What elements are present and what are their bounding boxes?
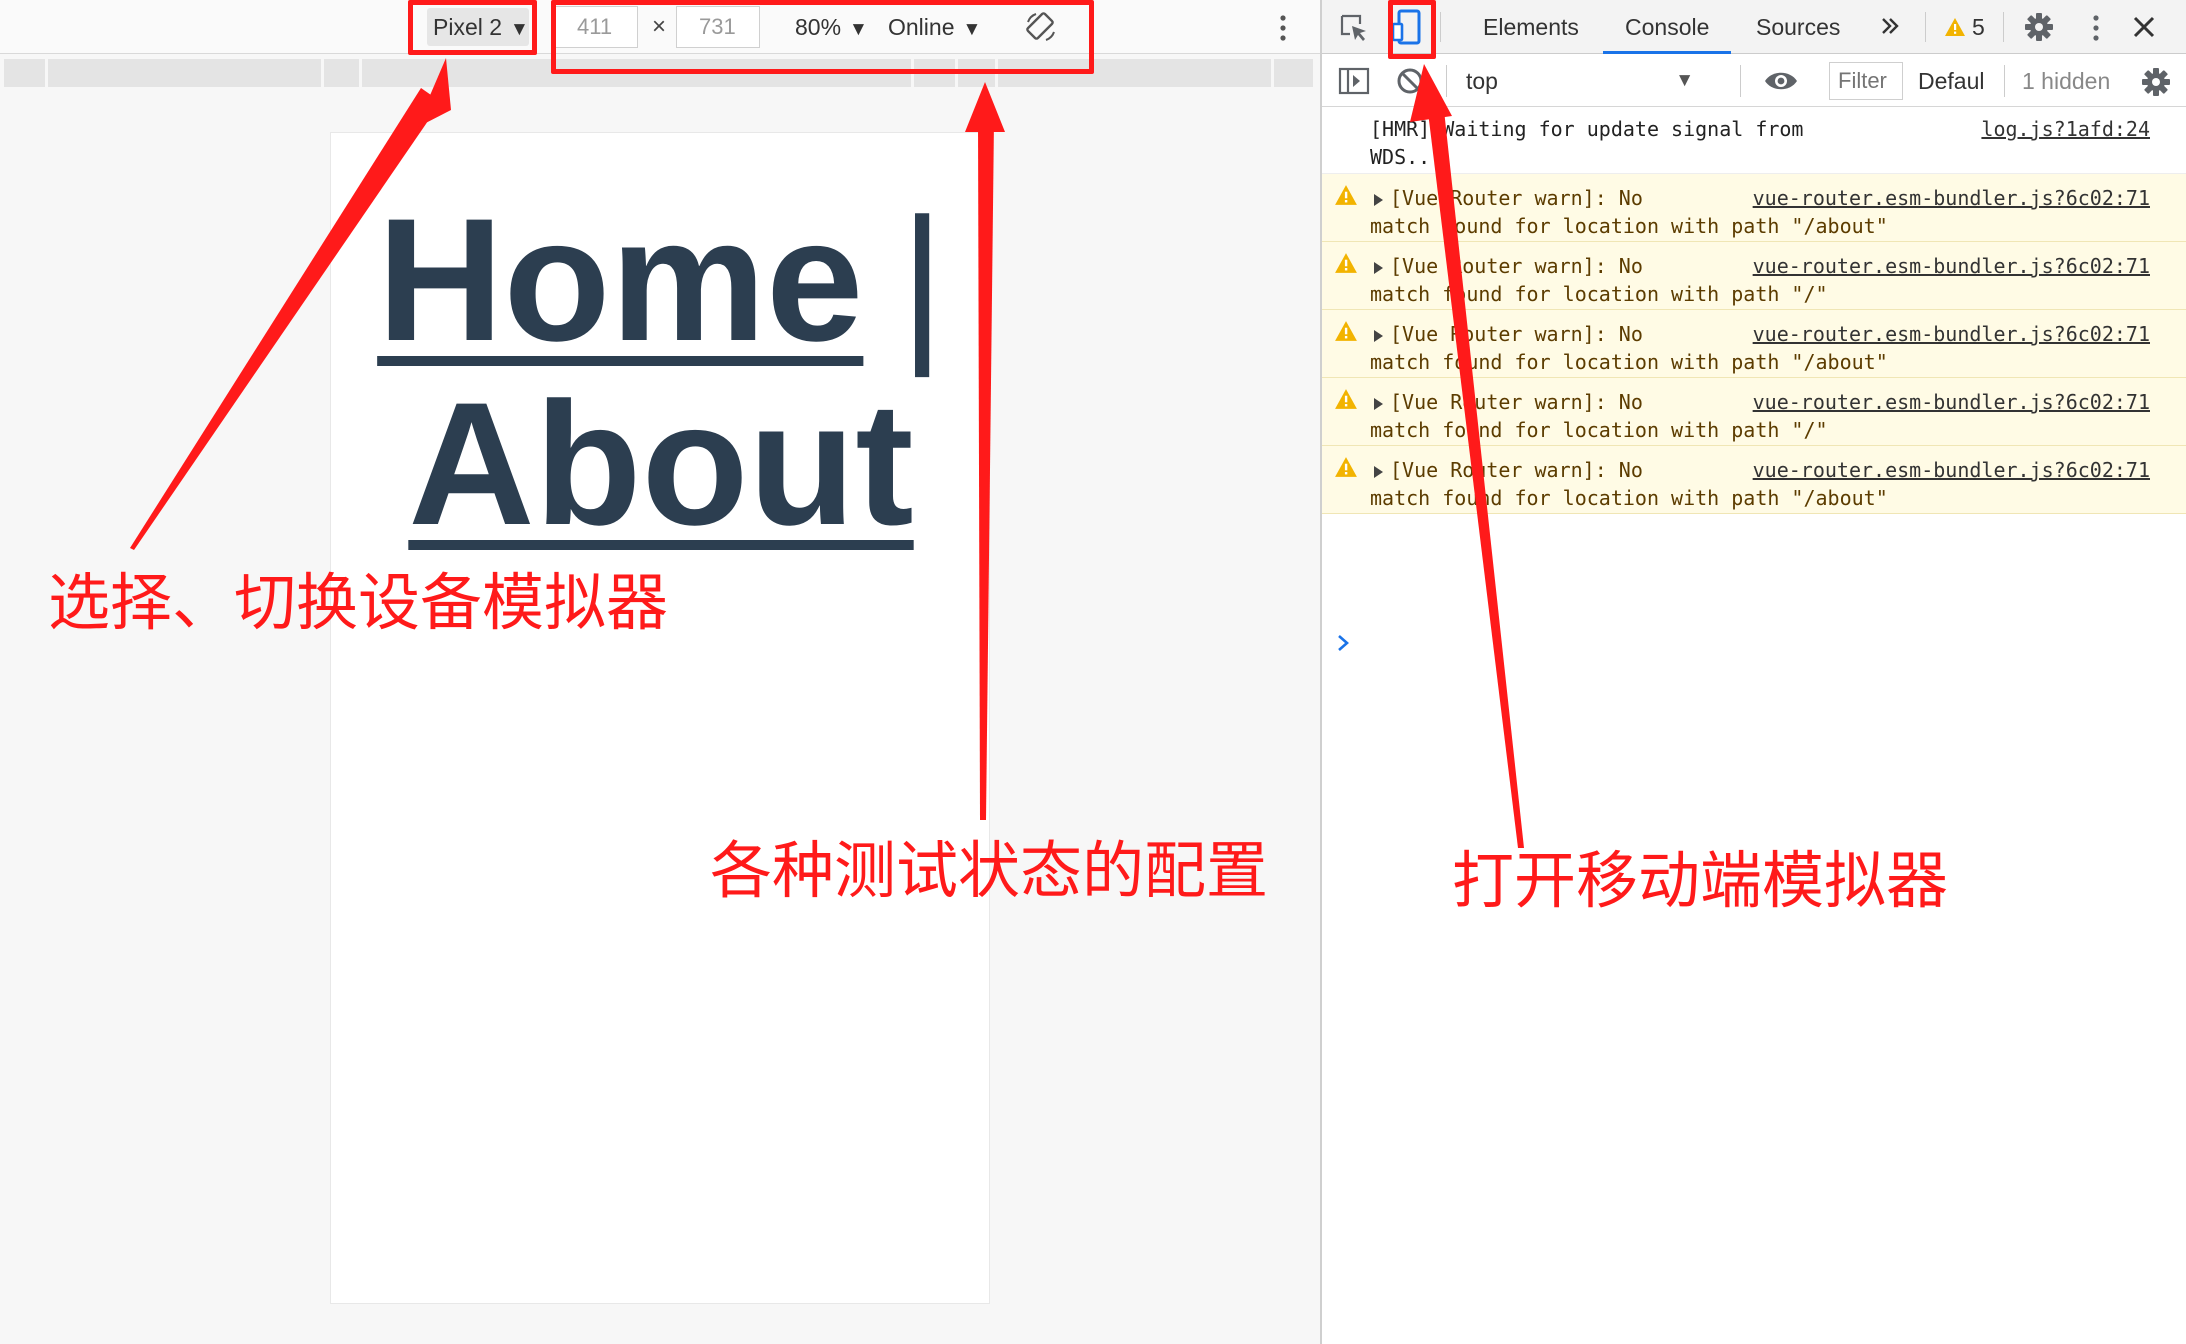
annotation-box-device-toggle xyxy=(1388,0,1436,59)
devtools-panel: Elements Console Sources 5 top ▼ Filter … xyxy=(1322,0,2186,1344)
ruler-segment[interactable] xyxy=(4,59,48,87)
warning-icon xyxy=(1335,457,1357,477)
message-text: [HMR] Waiting for update signal from xyxy=(1370,117,1804,141)
source-link[interactable]: vue-router.esm-bundler.js?6c02:71 xyxy=(1753,322,2150,346)
sidebar-toggle-icon[interactable] xyxy=(1338,67,1370,95)
clear-console-icon[interactable] xyxy=(1396,67,1424,95)
home-link[interactable]: Home xyxy=(377,183,863,378)
context-select-label: top xyxy=(1466,68,1498,94)
expand-triangle-icon[interactable] xyxy=(1372,193,1384,207)
page-nav: Home | About xyxy=(331,189,991,557)
warning-icon xyxy=(1335,253,1357,273)
devtools-tab-bar: Elements Console Sources 5 xyxy=(1322,0,2186,54)
source-link[interactable]: vue-router.esm-bundler.js?6c02:71 xyxy=(1753,458,2150,482)
toolbar-divider xyxy=(1446,65,1447,97)
caret-down-icon: ▼ xyxy=(1675,70,1694,91)
annotation-box-config xyxy=(551,0,1094,74)
about-link[interactable]: About xyxy=(408,367,913,562)
warning-icon xyxy=(1335,185,1357,205)
double-chevron-right-icon[interactable] xyxy=(1880,16,1900,36)
filter-input[interactable]: Filter xyxy=(1829,62,1903,100)
console-warning[interactable]: [Vue Router warn]: No match found for lo… xyxy=(1322,310,2186,378)
toolbar-divider xyxy=(1925,12,1926,42)
ruler-segment[interactable] xyxy=(1274,59,1316,87)
message-text: match found for location with path "/" xyxy=(1370,418,1828,442)
more-vertical-icon[interactable] xyxy=(1273,12,1293,44)
console-warning[interactable]: [Vue Router warn]: No match found for lo… xyxy=(1322,378,2186,446)
annotation-test-config: 各种测试状态的配置 xyxy=(710,834,1269,907)
warning-icon xyxy=(1945,18,1965,36)
toolbar-divider xyxy=(2003,12,2004,42)
annotation-open-mobile: 打开移动端模拟器 xyxy=(1452,844,1949,917)
toolbar-divider xyxy=(1740,65,1741,97)
tab-console[interactable]: Console xyxy=(1603,0,1732,54)
gear-icon[interactable] xyxy=(2023,11,2055,43)
hidden-count: 1 hidden xyxy=(2022,68,2111,94)
console-warning[interactable]: [Vue Router warn]: No match found for lo… xyxy=(1322,242,2186,310)
toolbar-divider xyxy=(1440,12,1441,42)
nav-separator: | xyxy=(899,183,945,378)
ruler-segment[interactable] xyxy=(324,59,362,87)
message-text: WDS... xyxy=(1370,145,1443,169)
inspect-element-icon[interactable] xyxy=(1338,12,1370,44)
expand-triangle-icon[interactable] xyxy=(1372,329,1384,343)
console-toolbar: top ▼ Filter Defaul 1 hidden xyxy=(1322,55,2186,107)
gear-icon[interactable] xyxy=(2140,66,2172,98)
annotation-box-device xyxy=(408,0,537,55)
expand-triangle-icon[interactable] xyxy=(1372,397,1384,411)
console-messages: [HMR] Waiting for update signal from WDS… xyxy=(1322,108,2186,651)
message-text: [Vue Router warn]: No xyxy=(1390,254,1643,278)
console-warning[interactable]: [Vue Router warn]: No match found for lo… xyxy=(1322,174,2186,242)
device-emulation-pane: Pixel 2 ▼ 411 × 731 80% ▼ Online ▼ Home | xyxy=(0,0,1320,1344)
warning-icon xyxy=(1335,321,1357,341)
message-text: match found for location with path "/abo… xyxy=(1370,486,1888,510)
message-text: match found for location with path "/abo… xyxy=(1370,214,1888,238)
message-text: match found for location with path "/" xyxy=(1370,282,1828,306)
expand-triangle-icon[interactable] xyxy=(1372,261,1384,275)
source-link[interactable]: vue-router.esm-bundler.js?6c02:71 xyxy=(1753,186,2150,210)
source-link[interactable]: vue-router.esm-bundler.js?6c02:71 xyxy=(1753,390,2150,414)
toolbar-divider xyxy=(2004,65,2005,97)
ruler-segment[interactable] xyxy=(48,59,324,87)
message-text: [Vue Router warn]: No xyxy=(1390,322,1643,346)
source-link[interactable]: vue-router.esm-bundler.js?6c02:71 xyxy=(1753,254,2150,278)
message-text: match found for location with path "/abo… xyxy=(1370,350,1888,374)
close-icon[interactable] xyxy=(2130,13,2158,41)
tab-sources[interactable]: Sources xyxy=(1756,0,1840,54)
console-prompt-icon[interactable] xyxy=(1336,632,1352,654)
warning-icon xyxy=(1335,389,1357,409)
tab-elements[interactable]: Elements xyxy=(1483,0,1579,54)
console-warning[interactable]: [Vue Router warn]: No match found for lo… xyxy=(1322,446,2186,514)
warning-counter[interactable]: 5 xyxy=(1944,0,1985,54)
device-viewport: Home | About xyxy=(330,132,990,1304)
context-select[interactable]: top ▼ xyxy=(1466,63,1706,99)
console-message[interactable]: [HMR] Waiting for update signal from WDS… xyxy=(1322,108,2186,174)
eye-icon[interactable] xyxy=(1764,70,1798,92)
message-text: [Vue Router warn]: No xyxy=(1390,390,1643,414)
more-vertical-icon[interactable] xyxy=(2086,12,2106,44)
warning-count: 5 xyxy=(1972,14,1985,40)
expand-triangle-icon[interactable] xyxy=(1372,465,1384,479)
source-link[interactable]: log.js?1afd:24 xyxy=(1981,117,2150,141)
message-text: [Vue Router warn]: No xyxy=(1390,458,1643,482)
annotation-device-select: 选择、切换设备模拟器 xyxy=(48,566,669,639)
message-text: [Vue Router warn]: No xyxy=(1390,186,1643,210)
log-levels-select[interactable]: Defaul xyxy=(1918,63,1984,99)
